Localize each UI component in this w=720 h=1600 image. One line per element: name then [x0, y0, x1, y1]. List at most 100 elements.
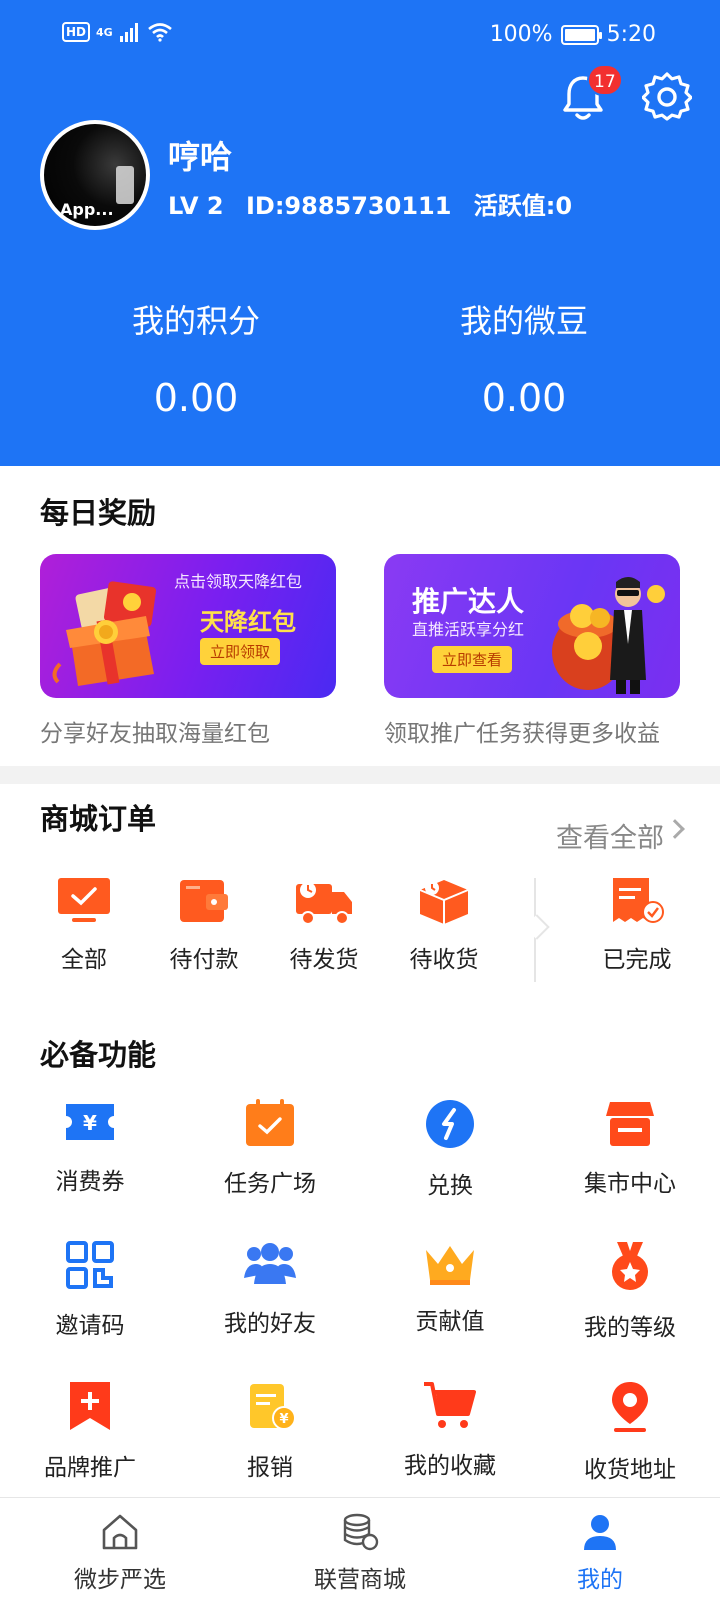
nav-me[interactable]: 我的 [480, 1512, 720, 1594]
functions-title: 必备功能 [40, 1038, 157, 1072]
red-packet-top-text: 点击领取天降红包 [174, 572, 303, 591]
clock: 5:20 [606, 22, 656, 47]
func-friends[interactable]: 我的好友 [180, 1240, 360, 1338]
battery-icon [560, 24, 602, 45]
func-shipping-address[interactable]: 收货地址 [540, 1380, 720, 1484]
battery-percent: 100% [489, 22, 553, 47]
func-coupon[interactable]: ¥ 消费券 [0, 1098, 180, 1196]
order-pending-shipment-label: 待发货 [289, 947, 359, 973]
red-packet-button[interactable]: 立即领取 [200, 638, 281, 665]
chevron-right-icon[interactable] [665, 819, 685, 839]
network-indicator: 4G [96, 25, 113, 39]
avatar[interactable]: App... [40, 120, 150, 230]
calendar-check-icon [246, 1099, 294, 1146]
func-invite-code[interactable]: 邀请码 [0, 1240, 180, 1340]
truck-icon [296, 882, 352, 925]
signal-icon [119, 23, 138, 42]
beans-value: 0.00 [481, 376, 567, 420]
bottom-nav: 微步严选 联营商城 我的 [0, 1497, 720, 1600]
func-my-level[interactable]: 我的等级 [540, 1240, 720, 1342]
nav-mall[interactable]: 联营商城 [240, 1512, 480, 1594]
daily-reward-section: 每日奖励 点击领取天降红包 天降红包 立即领取 分享好友抽取海量红包 推广达人 … [0, 466, 720, 766]
order-pending-shipment[interactable]: 待发货 [264, 876, 384, 974]
order-pending-receipt-label: 待收货 [409, 947, 479, 973]
functions-section: 必备功能 ¥ 消费券 任务广场 兑换 集市中心 邀请码 我的好友 贡献值 我的等… [0, 1006, 720, 1497]
exchange-icon [426, 1100, 474, 1148]
promoter-caption: 领取推广任务获得更多收益 [384, 721, 660, 747]
bookmark-plus-icon [70, 1382, 110, 1430]
order-pending-payment[interactable]: 待付款 [144, 876, 264, 974]
divider-arrow [524, 914, 550, 940]
func-brand-promotion-label: 品牌推广 [44, 1455, 136, 1481]
func-contribution[interactable]: 贡献值 [360, 1240, 540, 1336]
reimburse-icon: ¥ [250, 1384, 296, 1430]
order-pending-receipt[interactable]: 待收货 [384, 876, 504, 974]
daily-reward-title: 每日奖励 [40, 496, 157, 530]
func-brand-promotion[interactable]: 品牌推广 [0, 1380, 180, 1482]
points-value: 0.00 [153, 376, 239, 420]
beans-stat[interactable]: 我的微豆 0.00 [344, 296, 704, 420]
func-market-center-label: 集市中心 [584, 1171, 676, 1197]
promoter-banner[interactable]: 推广达人 直推活跃享分红 立即查看 [384, 554, 680, 698]
func-invite-code-label: 邀请码 [55, 1313, 125, 1339]
func-reimburse[interactable]: ¥ 报销 [180, 1380, 360, 1482]
store-icon [606, 1102, 654, 1146]
order-completed[interactable]: 已完成 [572, 876, 702, 974]
username: 哼哈 [168, 138, 233, 176]
notification-badge: 17 [587, 64, 623, 96]
func-coupon-label: 消费券 [55, 1169, 125, 1195]
location-pin-icon [612, 1382, 648, 1432]
nav-home-label: 微步严选 [74, 1567, 166, 1593]
user-level: LV 2 [168, 192, 224, 220]
func-favorites[interactable]: 我的收藏 [360, 1380, 540, 1480]
money-bag-person-icon [552, 577, 665, 694]
order-completed-label: 已完成 [602, 947, 672, 973]
promoter-button[interactable]: 立即查看 [432, 646, 513, 673]
nav-home[interactable]: 微步严选 [0, 1512, 240, 1594]
orders-section: 商城订单 查看全部 全部 待付款 待发货 待收货 已完成 [0, 784, 720, 1008]
coupon-icon: ¥ [66, 1104, 114, 1140]
avatar-text: App... [60, 200, 114, 219]
func-friends-label: 我的好友 [224, 1311, 316, 1337]
nav-mall-label: 联营商城 [314, 1567, 406, 1593]
activity-value: 活跃值:0 [473, 192, 573, 220]
func-exchange-label: 兑换 [427, 1173, 473, 1199]
coins-stack-icon [343, 1513, 379, 1551]
nav-me-label: 我的 [577, 1567, 623, 1593]
friends-icon [244, 1243, 296, 1284]
svg-text:¥: ¥ [279, 1412, 288, 1427]
gear-icon[interactable] [642, 72, 692, 122]
view-all-link[interactable]: 查看全部 [556, 816, 664, 855]
user-id: ID:9885730111 [245, 192, 452, 220]
func-market-center[interactable]: 集市中心 [540, 1098, 720, 1198]
red-packet-caption: 分享好友抽取海量红包 [40, 721, 270, 747]
points-stat[interactable]: 我的积分 0.00 [16, 296, 376, 420]
cart-icon [424, 1382, 476, 1428]
profile-header: HD 4G 100% 5:20 17 App... 哼哈 LV 2 ID:988… [0, 0, 720, 466]
red-packet-headline: 天降红包 [200, 608, 296, 636]
home-icon [102, 1514, 138, 1550]
hd-indicator: HD [62, 22, 91, 42]
red-packet-banner[interactable]: 点击领取天降红包 天降红包 立即领取 [40, 554, 336, 698]
func-reimburse-label: 报销 [247, 1455, 293, 1481]
wifi-icon [147, 23, 172, 42]
order-all[interactable]: 全部 [24, 876, 144, 974]
func-favorites-label: 我的收藏 [404, 1453, 496, 1479]
monitor-icon [58, 878, 110, 922]
gift-box-icon [52, 581, 157, 686]
promoter-sub-text: 直推活跃享分红 [412, 620, 525, 639]
order-pending-payment-label: 待付款 [169, 947, 239, 973]
crown-icon [426, 1246, 474, 1285]
func-shipping-address-label: 收货地址 [584, 1457, 676, 1483]
order-all-label: 全部 [61, 947, 107, 973]
func-task-square[interactable]: 任务广场 [180, 1098, 360, 1198]
orders-title: 商城订单 [40, 802, 157, 836]
user-info: LV 2 ID:9885730111 活跃值:0 [168, 186, 586, 221]
beans-label: 我的微豆 [459, 302, 588, 340]
svg-text:¥: ¥ [83, 1111, 97, 1135]
func-contribution-label: 贡献值 [415, 1309, 485, 1335]
func-exchange[interactable]: 兑换 [360, 1098, 540, 1200]
receipt-check-icon [613, 878, 664, 923]
qr-code-icon [66, 1241, 114, 1289]
status-bar: HD 4G 100% 5:20 [0, 0, 720, 72]
